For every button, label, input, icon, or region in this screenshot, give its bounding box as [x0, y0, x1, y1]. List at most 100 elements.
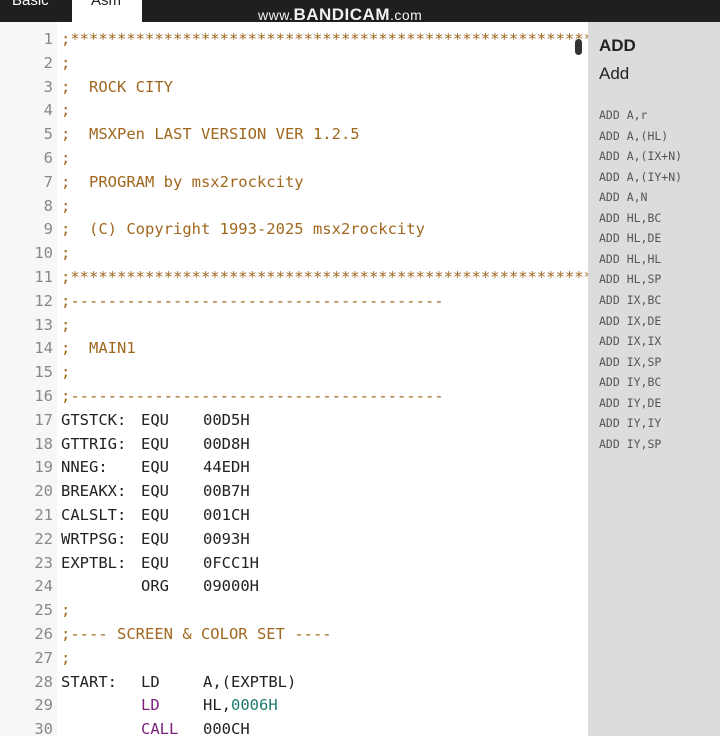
line-number: 8 [43, 196, 53, 215]
tab-asm[interactable]: Asm [72, 0, 142, 22]
code-line[interactable]: ;***************************************… [57, 27, 588, 51]
line-number: 13 [34, 315, 53, 334]
tab-asm-label: Asm [91, 0, 121, 9]
reference-item[interactable]: ADD A,(IX+N) [599, 146, 682, 166]
reference-item[interactable]: ADD HL,SP [599, 269, 661, 289]
code-operand-number: 0006H [231, 696, 278, 715]
code-line[interactable]: WRTPSG: EQU 0093H [57, 527, 588, 551]
code-line[interactable]: ; MSXPen LAST VERSION VER 1.2.5 [57, 122, 588, 146]
line-number: 28 [34, 672, 53, 691]
code-line[interactable]: ;---------------------------------------… [57, 289, 588, 313]
line-number: 17 [34, 410, 53, 429]
reference-item[interactable]: ADD IY,DE [599, 393, 661, 413]
line-number: 4 [43, 101, 53, 120]
line-number: 1 [43, 30, 53, 48]
code-opcode: LD [141, 696, 160, 715]
reference-item[interactable]: ADD IY,SP [599, 434, 661, 454]
code-opcode: EQU [141, 553, 169, 572]
reference-item[interactable]: ADD HL,DE [599, 228, 661, 248]
editor-scrollbar[interactable] [575, 39, 582, 55]
code-line[interactable]: ORG 09000H [57, 574, 588, 598]
reference-item[interactable]: ADD HL,HL [599, 249, 661, 269]
reference-item[interactable]: ADD IX,BC [599, 290, 661, 310]
code-comment: ; MSXPen LAST VERSION VER 1.2.5 [61, 125, 360, 144]
code-line[interactable]: EXPTBL: EQU 0FCC1H [57, 551, 588, 575]
code-operand: 001CH [203, 506, 250, 524]
code-comment: ; [61, 244, 71, 263]
line-number: 16 [34, 387, 53, 405]
reference-item[interactable]: ADD A,(IY+N) [599, 167, 682, 187]
code-opcode: EQU [141, 506, 169, 524]
line-number: 18 [34, 434, 53, 453]
code-comment: ; [61, 648, 71, 667]
reference-item[interactable]: ADD IX,DE [599, 311, 661, 331]
code-line[interactable]: ; [57, 646, 588, 670]
line-number: 26 [34, 625, 53, 643]
reference-item[interactable]: ADD A,(HL) [599, 126, 668, 146]
code-label: GTSTCK: [61, 410, 127, 429]
code-line[interactable]: ; [57, 146, 588, 170]
code-opcode: EQU [141, 410, 169, 429]
line-number: 29 [34, 696, 53, 715]
code-opcode: EQU [141, 529, 169, 548]
code-operand: HL,0006H [203, 693, 278, 717]
line-number: 19 [34, 458, 53, 477]
code-comment: ; ROCK CITY [61, 77, 173, 96]
reference-item[interactable]: ADD IX,SP [599, 352, 661, 372]
line-number: 27 [34, 648, 53, 667]
line-number: 10 [34, 244, 53, 263]
code-opcode: CALL [141, 720, 179, 736]
reference-item[interactable]: ADD A,N [599, 187, 647, 207]
code-line[interactable]: ; [57, 241, 588, 265]
line-number: 9 [43, 220, 53, 239]
code-label: START: [61, 672, 117, 691]
line-number: 7 [43, 172, 53, 191]
code-operand: 00D5H [203, 410, 250, 429]
code-comment: ;---------------------------------------… [61, 387, 444, 405]
code-label: NNEG: [61, 458, 108, 477]
line-number: 6 [43, 149, 53, 167]
code-line[interactable]: ;---- SCREEN & COLOR SET ---- [57, 622, 588, 646]
reference-item[interactable]: ADD IY,BC [599, 372, 661, 392]
code-label: CALSLT: [61, 506, 127, 524]
code-operand: A,(EXPTBL) [203, 672, 297, 691]
code-operand: 000CH [203, 720, 250, 736]
line-number: 22 [34, 529, 53, 548]
line-number: 23 [34, 553, 53, 572]
code-line[interactable]: ; [57, 598, 588, 622]
code-line[interactable]: ; MAIN1 [57, 336, 588, 360]
code-comment: ; [61, 101, 71, 120]
code-line[interactable]: ; [57, 360, 588, 384]
code-line[interactable]: ; (C) Copyright 1993-2025 msx2rockcity [57, 217, 588, 241]
code-line[interactable]: ; [57, 51, 588, 75]
code-line[interactable]: START: LD A,(EXPTBL) [57, 670, 588, 694]
reference-item[interactable]: ADD IX,IX [599, 331, 661, 351]
code-line[interactable]: ;***************************************… [57, 265, 588, 289]
code-line[interactable]: CALL 000CH [57, 717, 588, 736]
code-opcode: EQU [141, 458, 169, 477]
line-number: 15 [34, 363, 53, 382]
code-line[interactable]: NNEG: EQU 44EDH [57, 455, 588, 479]
code-line[interactable]: LD HL,0006H [57, 693, 588, 717]
code-comment: ; PROGRAM by msx2rockcity [61, 172, 304, 191]
tab-basic[interactable]: Basic [0, 0, 72, 22]
code-operand-register: HL, [203, 696, 231, 715]
code-line[interactable]: ; ROCK CITY [57, 75, 588, 99]
code-line[interactable]: ; [57, 98, 588, 122]
reference-item[interactable]: ADD HL,BC [599, 208, 661, 228]
code-line[interactable]: CALSLT: EQU 001CH [57, 503, 588, 527]
line-number: 3 [43, 77, 53, 96]
reference-item[interactable]: ADD A,r [599, 105, 647, 125]
code-editor[interactable]: 1 2 3 4 5 6 7 8 9 10 11 12 13 14 15 16 17 18 19 20 21 22 23 24 2… [0, 22, 588, 736]
watermark-suffix: .com [390, 7, 423, 23]
code-line[interactable]: BREAKX: EQU 00B7H [57, 479, 588, 503]
code-line[interactable]: ; [57, 313, 588, 337]
code-line[interactable]: GTTRIG: EQU 00D8H [57, 432, 588, 456]
code-line[interactable]: GTSTCK: EQU 00D5H [57, 408, 588, 432]
reference-item[interactable]: ADD IY,IY [599, 413, 661, 433]
code-comment: ; [61, 315, 71, 334]
code-line[interactable]: ; PROGRAM by msx2rockcity [57, 170, 588, 194]
code-area[interactable]: ;***************************************… [57, 22, 588, 736]
code-line[interactable]: ; [57, 194, 588, 218]
code-line[interactable]: ;---------------------------------------… [57, 384, 588, 408]
